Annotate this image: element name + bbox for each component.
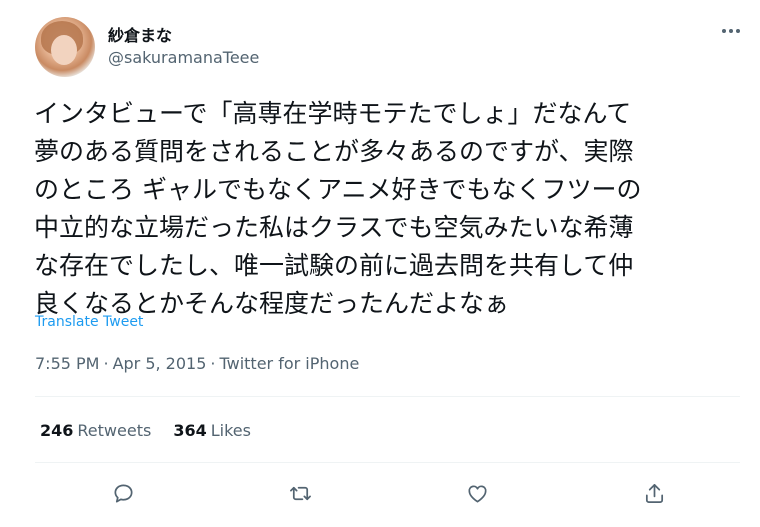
retweets-count: 246 (40, 421, 74, 440)
tweet-time[interactable]: 7:55 PM (35, 354, 99, 373)
like-icon (467, 484, 487, 503)
meta-separator: · (210, 354, 216, 373)
share-button[interactable] (639, 478, 669, 508)
retweets-stat[interactable]: 246 Retweets (40, 421, 151, 440)
tweet-text: インタビューで「高専在学時モテたでしょ」だなんて 夢のある質問をされることが多々… (34, 99, 642, 318)
tweet-stats: 246 Retweets 364 Likes (40, 421, 251, 440)
reply-icon (113, 483, 133, 503)
avatar-face (51, 35, 77, 65)
avatar[interactable] (35, 17, 95, 77)
retweet-icon (289, 486, 311, 500)
retweet-button[interactable] (285, 478, 315, 508)
likes-label: Likes (210, 421, 251, 440)
divider (35, 462, 740, 463)
likes-count: 364 (173, 421, 207, 440)
more-options-button[interactable] (716, 16, 746, 46)
likes-stat[interactable]: 364 Likes (173, 421, 251, 440)
share-icon (645, 483, 663, 503)
tweet-date[interactable]: Apr 5, 2015 (113, 354, 207, 373)
more-dots-icon (722, 29, 740, 33)
user-handle[interactable]: @sakuramanaTeee (108, 48, 259, 67)
tweet-meta: 7:55 PM · Apr 5, 2015 · Twitter for iPhone (35, 354, 359, 373)
translate-tweet-link[interactable]: Translate Tweet (35, 314, 143, 330)
display-name[interactable]: 紗倉まな (108, 22, 172, 46)
meta-separator: · (103, 354, 109, 373)
reply-button[interactable] (108, 478, 138, 508)
like-button[interactable] (462, 478, 492, 508)
divider (35, 396, 740, 397)
tweet-source[interactable]: Twitter for iPhone (220, 354, 360, 373)
retweets-label: Retweets (77, 421, 152, 440)
